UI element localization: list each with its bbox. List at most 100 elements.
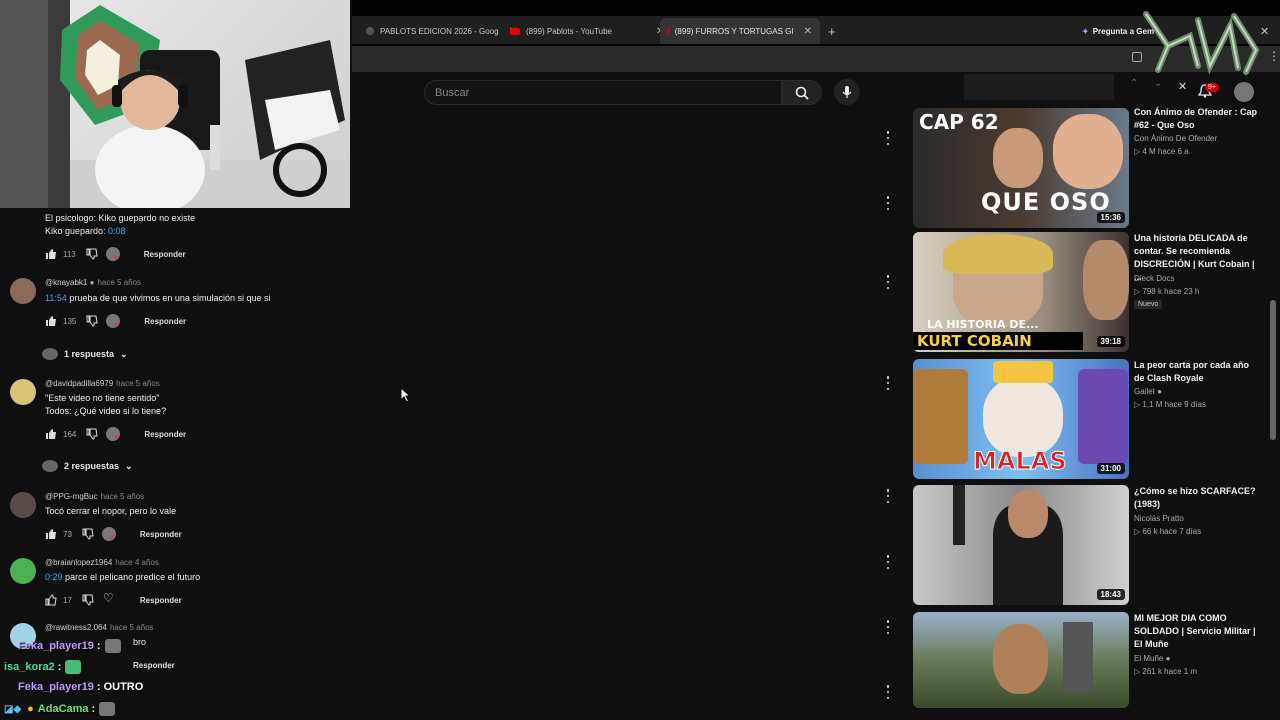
- timestamp-link[interactable]: 0:08: [108, 226, 126, 236]
- dislike-icon[interactable]: [86, 248, 98, 260]
- dislike-icon[interactable]: [86, 315, 98, 327]
- avatar[interactable]: [10, 379, 36, 405]
- dislike-icon[interactable]: [82, 594, 94, 606]
- thumbnail-text: KURT COBAIN: [917, 332, 1032, 350]
- new-tab-button[interactable]: +: [820, 18, 844, 44]
- warning-badge-icon: ●: [27, 703, 34, 715]
- reply-button[interactable]: Responder: [144, 250, 186, 259]
- reply-button[interactable]: Responder: [144, 430, 186, 439]
- search-button[interactable]: [782, 80, 822, 105]
- like-icon[interactable]: [45, 315, 57, 327]
- like-icon[interactable]: [45, 248, 57, 260]
- comment-actions: 113 ♥ Responder: [45, 247, 186, 262]
- comment-text: 0:29 parce el pelicano predice el futuro: [45, 572, 201, 582]
- search-input[interactable]: Buscar: [424, 80, 782, 105]
- creator-heart-icon: ♥: [105, 247, 122, 262]
- comment-author[interactable]: @PPG-mgBuc hace 5 años: [45, 492, 144, 501]
- chevron-up-icon[interactable]: ⌃: [1130, 78, 1138, 89]
- comment-author[interactable]: @knayabk1 ● hace 5 años: [45, 278, 141, 287]
- search-icon: [795, 86, 809, 100]
- chat-message: isa_kora2 :: [4, 660, 82, 674]
- tab-pablots[interactable]: (899) Pablots - YouTube ✕: [502, 18, 672, 44]
- comment-text: Todos: ¿Qué video si lo tiene?: [45, 406, 167, 416]
- more-options-icon[interactable]: [884, 131, 892, 145]
- chevron-down-icon[interactable]: ⌄: [1154, 78, 1162, 89]
- tab-google[interactable]: PABLOTS EDICION 2026 - Goog ✕: [358, 18, 525, 44]
- chat-username: AdaCama: [37, 703, 89, 715]
- tab-furros[interactable]: (899) FURROS Y TORTUGAS GI ✕: [660, 18, 820, 44]
- comment-actions: 17 ♡ Responder: [45, 591, 182, 607]
- more-options-icon[interactable]: [884, 620, 892, 634]
- scrollbar[interactable]: [1270, 300, 1276, 440]
- like-icon[interactable]: [45, 528, 57, 540]
- video-title: MI MEJOR DIA COMO SOLDADO | Servicio Mil…: [1134, 613, 1256, 649]
- video-meta: ▷ 4 M hace 6 a: [1134, 147, 1189, 156]
- webcam-feed: [0, 0, 350, 208]
- comment-author[interactable]: @rawitness2.064 hace 5 años: [45, 623, 154, 632]
- comment-actions: 73 ♥ Responder: [45, 527, 182, 542]
- thumbnail-text: QUE OSO: [981, 188, 1111, 216]
- avatar[interactable]: [10, 558, 36, 584]
- video-title: La peor carta por cada año de Clash Roya…: [1134, 360, 1250, 383]
- sparkle-icon: ✦: [1082, 26, 1089, 36]
- emote-icon: [99, 702, 116, 716]
- comment-author[interactable]: @davidpadilla6979 hace 5 años: [45, 379, 160, 388]
- chat-username: Feka_player19: [18, 681, 94, 693]
- creator-heart-icon: ♥: [101, 527, 118, 542]
- chevron-down-icon: ⌄: [125, 460, 133, 471]
- comment-actions: Responder: [133, 658, 175, 672]
- comment-text: Kiko guepardo: 0:08: [45, 226, 126, 236]
- more-options-icon[interactable]: [884, 275, 892, 289]
- timestamp-link[interactable]: 0:29: [45, 572, 63, 582]
- comment-actions: 164 ♥ Responder: [45, 427, 186, 442]
- chat-text: : OUTRO: [96, 681, 144, 693]
- close-icon[interactable]: ✕: [804, 26, 812, 37]
- avatar[interactable]: [10, 492, 36, 518]
- tab-title: PABLOTS EDICION 2026 - Goog: [380, 26, 499, 36]
- like-icon[interactable]: [45, 594, 57, 606]
- like-count: 73: [63, 529, 72, 539]
- menu-dots-icon[interactable]: ⋮: [1268, 49, 1280, 63]
- voice-search-button[interactable]: [834, 79, 860, 105]
- creator-heart-icon: ♥: [106, 314, 122, 329]
- reply-button[interactable]: Responder: [140, 596, 182, 605]
- reply-button[interactable]: Responder: [144, 317, 186, 326]
- microphone-icon: [842, 86, 852, 98]
- chevron-down-icon: ⌄: [120, 348, 128, 359]
- video-thumbnail[interactable]: LA HISTORIA DE... KURT COBAIN 39:18: [913, 232, 1129, 352]
- mouse-cursor-icon: [400, 387, 412, 403]
- more-options-icon[interactable]: [884, 685, 892, 699]
- video-meta: ▷ 66 k hace 7 días: [1134, 527, 1202, 536]
- video-thumbnail[interactable]: MALAS 31:00: [913, 359, 1129, 479]
- more-options-icon[interactable]: [884, 489, 892, 503]
- youtube-icon: [510, 27, 520, 35]
- streamer-logo: [1143, 11, 1260, 75]
- view-replies-button[interactable]: 1 respuesta ⌄: [42, 348, 128, 360]
- creator-heart-icon: ♥: [106, 427, 122, 442]
- comment-author[interactable]: @braianlopez1964 hace 4 años: [45, 558, 159, 567]
- video-thumbnail[interactable]: [913, 612, 1129, 708]
- avatar[interactable]: [10, 278, 36, 304]
- emote-icon: [65, 660, 82, 674]
- find-bar-input[interactable]: [964, 74, 1114, 100]
- reply-button[interactable]: Responder: [140, 530, 182, 539]
- comment-text: El psicologo: Kiko guepardo no existe: [45, 213, 196, 223]
- comment-text: bro: [133, 637, 147, 647]
- avatar[interactable]: [1234, 82, 1254, 102]
- heart-icon[interactable]: ♡: [102, 591, 118, 607]
- close-icon[interactable]: ✕: [1178, 80, 1187, 93]
- dislike-icon[interactable]: [82, 528, 94, 540]
- like-icon[interactable]: [45, 428, 57, 440]
- video-thumbnail[interactable]: 18:43: [913, 485, 1129, 605]
- video-thumbnail[interactable]: CAP 62 QUE OSO 15:36: [913, 108, 1129, 228]
- video-meta: ▷ 798 k hace 23 h: [1134, 287, 1200, 296]
- reply-button[interactable]: Responder: [133, 661, 175, 670]
- more-options-icon[interactable]: [884, 376, 892, 390]
- more-options-icon[interactable]: [884, 196, 892, 210]
- thumbnail-text: MALAS: [973, 447, 1068, 476]
- more-options-icon[interactable]: [884, 555, 892, 569]
- thumbnail-text: CAP 62: [919, 110, 999, 134]
- timestamp-link[interactable]: 11:54: [45, 293, 67, 303]
- dislike-icon[interactable]: [86, 428, 98, 440]
- view-replies-button[interactable]: 2 respuestas ⌄: [42, 460, 133, 472]
